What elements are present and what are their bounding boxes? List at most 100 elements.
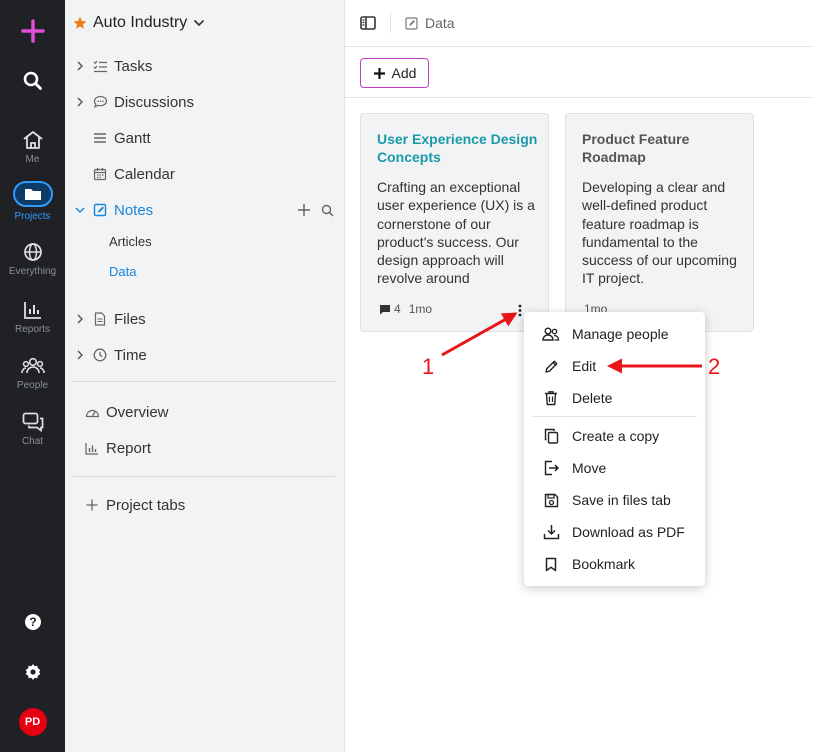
nav-calendar[interactable]: Calendar <box>73 162 334 186</box>
download-icon <box>543 525 559 540</box>
help-icon: ? <box>24 614 41 630</box>
plus-icon[interactable] <box>297 203 311 217</box>
nav-notes[interactable]: Notes <box>73 198 334 222</box>
clock-icon <box>93 348 107 362</box>
project-sidebar: Auto Industry Tasks Discussions Gantt Ca… <box>65 0 345 752</box>
breadcrumb: Data <box>405 15 455 31</box>
menu-item-edit[interactable]: Edit <box>542 356 596 376</box>
rail-label-me: Me <box>25 154 40 165</box>
nav-sub-data[interactable]: Data <box>109 261 136 281</box>
svg-text:?: ? <box>29 615 36 629</box>
nav-sub-label-articles: Articles <box>109 233 152 249</box>
nav-overview[interactable]: Overview <box>73 400 334 424</box>
rail-item-chat[interactable]: Chat <box>0 412 65 447</box>
toolbar: Add <box>345 47 813 98</box>
menu-item-label: Move <box>572 460 607 476</box>
create-button[interactable] <box>0 19 65 43</box>
notes-icon <box>405 16 418 30</box>
nav-label-gantt: Gantt <box>114 129 151 147</box>
menu-item-manage-people[interactable]: Manage people <box>542 324 669 344</box>
menu-item-delete[interactable]: Delete <box>542 388 612 408</box>
speech-bubble-icon <box>93 95 107 109</box>
menu-item-label: Create a copy <box>572 428 660 444</box>
kebab-menu-icon <box>518 304 522 316</box>
menu-item-label: Bookmark <box>572 556 636 572</box>
note-card-title[interactable]: User Experience Design Concepts <box>377 130 542 166</box>
note-card-age: 1mo <box>408 302 433 316</box>
file-icon <box>94 312 106 326</box>
top-bar-separator <box>390 13 391 33</box>
star-icon <box>73 16 87 29</box>
notes-icon <box>93 203 107 217</box>
chevron-down-icon <box>194 19 205 27</box>
avatar: PD <box>18 708 47 736</box>
nav-label-report: Report <box>106 439 152 457</box>
comment-icon <box>380 304 390 314</box>
project-title: Auto Industry <box>93 14 188 31</box>
nav-report[interactable]: Report <box>73 436 334 460</box>
sidebar-divider <box>73 381 335 382</box>
menu-item-move[interactable]: Move <box>542 458 606 478</box>
chat-icon <box>22 412 43 432</box>
nav-files[interactable]: Files <box>73 307 334 331</box>
menu-item-label: Manage people <box>572 326 669 342</box>
chart-icon <box>85 442 98 455</box>
manage-people-icon <box>542 327 560 341</box>
note-card-title[interactable]: Product Feature Roadmap <box>582 130 747 166</box>
note-card[interactable]: Product Feature Roadmap Developing a cle… <box>565 113 754 332</box>
app-rail: Me Projects Everything Reports People Ch… <box>0 0 65 752</box>
help-button[interactable]: ? <box>0 613 65 631</box>
add-button-label: Add <box>391 65 417 81</box>
rail-label-chat: Chat <box>21 436 44 447</box>
settings-button[interactable] <box>0 663 65 681</box>
nav-label-time: Time <box>114 346 147 364</box>
rail-item-projects[interactable]: Projects <box>0 181 65 222</box>
menu-item-create-copy[interactable]: Create a copy <box>542 426 659 446</box>
project-switcher[interactable]: Auto Industry <box>73 12 205 34</box>
card-context-menu: Manage people Edit Delete Create a copy … <box>524 312 705 586</box>
gauge-icon <box>85 409 99 418</box>
nav-gantt[interactable]: Gantt <box>73 126 334 150</box>
nav-discussions[interactable]: Discussions <box>73 90 334 114</box>
globe-icon <box>23 243 42 261</box>
nav-tasks[interactable]: Tasks <box>73 54 334 78</box>
gantt-icon <box>94 133 106 143</box>
calendar-icon <box>93 168 107 181</box>
plus-icon <box>20 19 45 43</box>
projects-pill <box>12 181 53 207</box>
nav-sub-articles[interactable]: Articles <box>109 231 152 251</box>
home-icon <box>22 131 43 149</box>
note-card-body: Developing a clear and well-defined prod… <box>582 179 737 287</box>
chevron-down-icon <box>75 207 85 213</box>
menu-item-save-in-files[interactable]: Save in files tab <box>542 490 671 510</box>
search-icon[interactable] <box>321 204 334 217</box>
menu-divider <box>532 416 697 417</box>
menu-item-label: Download as PDF <box>572 524 685 540</box>
nav-label-overview: Overview <box>106 403 169 421</box>
note-card-footer: 4 1mo <box>379 302 432 316</box>
rail-label-people: People <box>16 380 49 391</box>
add-project-tab-button[interactable]: Project tabs <box>73 493 334 517</box>
menu-item-bookmark[interactable]: Bookmark <box>542 554 635 574</box>
chevron-right-icon <box>77 97 83 107</box>
nav-time[interactable]: Time <box>73 343 334 367</box>
toggle-sidebar-button[interactable] <box>360 16 376 30</box>
card-menu-button[interactable] <box>516 302 524 318</box>
note-card[interactable]: User Experience Design Concepts Crafting… <box>360 113 549 332</box>
comment-count-value: 4 <box>394 302 401 316</box>
task-list-icon <box>93 60 107 72</box>
comment-count[interactable]: 4 <box>379 302 401 316</box>
rail-item-people[interactable]: People <box>0 356 65 391</box>
menu-item-download-pdf[interactable]: Download as PDF <box>542 522 685 542</box>
add-button[interactable]: Add <box>360 58 429 88</box>
nav-label-files: Files <box>114 310 146 328</box>
rail-item-everything[interactable]: Everything <box>0 242 65 277</box>
nav-label-notes: Notes <box>114 201 154 219</box>
rail-item-reports[interactable]: Reports <box>0 300 65 335</box>
user-avatar[interactable]: PD <box>0 708 65 736</box>
copy-icon <box>544 428 558 444</box>
breadcrumb-current: Data <box>425 15 455 31</box>
rail-item-me[interactable]: Me <box>0 130 65 165</box>
search-button[interactable] <box>0 71 65 91</box>
people-icon <box>20 357 45 374</box>
